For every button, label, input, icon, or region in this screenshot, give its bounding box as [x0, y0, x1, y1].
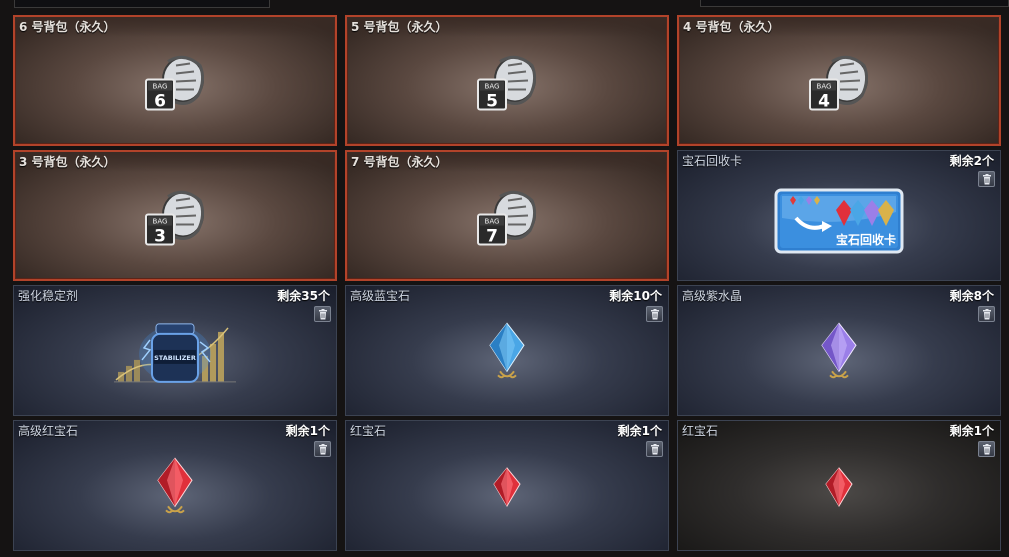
- trash-icon[interactable]: [314, 306, 331, 322]
- red-ruby-icon: [152, 456, 198, 522]
- item-count: 剩余35个: [277, 289, 330, 303]
- item-count: 剩余1个: [617, 424, 662, 438]
- purple-amethyst-icon: [816, 321, 862, 387]
- item-name: 强化稳定剂: [18, 289, 79, 303]
- svg-text:BAG: BAG: [485, 82, 500, 90]
- trash-icon[interactable]: [978, 171, 995, 187]
- item-count: 剩余2个: [949, 154, 994, 168]
- backpack-icon: BAG 5: [472, 49, 542, 119]
- trash-icon[interactable]: [978, 441, 995, 457]
- trash-icon[interactable]: [646, 441, 663, 457]
- svg-text:宝石回收卡: 宝石回收卡: [836, 232, 896, 247]
- item-count: 剩余8个: [949, 289, 994, 303]
- item-name: 3 号背包（永久）: [19, 155, 116, 169]
- svg-text:STABILIZER: STABILIZER: [154, 353, 196, 361]
- inventory-item-bag-7[interactable]: 7 号背包（永久） BAG 7: [345, 150, 669, 281]
- svg-text:6: 6: [154, 91, 166, 111]
- stabilizer-jar-icon: STABILIZER: [110, 319, 240, 393]
- item-name: 高级紫水晶: [682, 289, 743, 303]
- svg-text:4: 4: [818, 91, 830, 111]
- inventory-grid: 6 号背包（永久） BAG 6 5 号背包（永久） BAG 5 4 号背包（永久…: [13, 15, 1001, 551]
- svg-text:7: 7: [486, 226, 498, 246]
- item-name: 5 号背包（永久）: [351, 20, 448, 34]
- trash-icon[interactable]: [314, 441, 331, 457]
- svg-text:BAG: BAG: [153, 82, 168, 90]
- blue-sapphire-icon: [484, 321, 530, 387]
- item-name: 红宝石: [350, 424, 387, 438]
- inventory-item-bag-4[interactable]: 4 号背包（永久） BAG 4: [677, 15, 1001, 146]
- item-name: 7 号背包（永久）: [351, 155, 448, 169]
- item-name: 红宝石: [682, 424, 719, 438]
- svg-text:BAG: BAG: [485, 217, 500, 225]
- svg-text:BAG: BAG: [817, 82, 832, 90]
- gem-recycle-card-icon: 宝石回收卡: [774, 188, 904, 258]
- item-name: 4 号背包（永久）: [683, 20, 780, 34]
- svg-text:BAG: BAG: [153, 217, 168, 225]
- inventory-item-stabilizer[interactable]: 强化稳定剂 剩余35个 STABILIZER: [13, 285, 337, 416]
- item-name: 高级红宝石: [18, 424, 79, 438]
- backpack-icon: BAG 3: [140, 184, 210, 254]
- backpack-icon: BAG 7: [472, 184, 542, 254]
- inventory-item-bag-5[interactable]: 5 号背包（永久） BAG 5: [345, 15, 669, 146]
- inventory-item-blue-sapphire[interactable]: 高级蓝宝石 剩余10个: [345, 285, 669, 416]
- svg-text:5: 5: [486, 91, 498, 111]
- backpack-icon: BAG 4: [804, 49, 874, 119]
- inventory-item-ruby-2[interactable]: 红宝石 剩余1个: [677, 420, 1001, 551]
- trash-icon[interactable]: [646, 306, 663, 322]
- backpack-icon: BAG 6: [140, 49, 210, 119]
- inventory-item-ruby[interactable]: 红宝石 剩余1个: [345, 420, 669, 551]
- inventory-item-bag-3[interactable]: 3 号背包（永久） BAG 3: [13, 150, 337, 281]
- svg-text:3: 3: [154, 226, 166, 246]
- inventory-item-gem-recycle-card[interactable]: 宝石回收卡 剩余2个 宝石回收卡: [677, 150, 1001, 281]
- inventory-item-advanced-ruby[interactable]: 高级红宝石 剩余1个: [13, 420, 337, 551]
- filter-bar[interactable]: [700, 0, 1009, 7]
- red-ruby-icon: [490, 466, 524, 516]
- item-name: 6 号背包（永久）: [19, 20, 116, 34]
- search-bar[interactable]: [14, 0, 270, 8]
- inventory-item-purple-amethyst[interactable]: 高级紫水晶 剩余8个: [677, 285, 1001, 416]
- red-ruby-icon: [822, 466, 856, 516]
- item-name: 高级蓝宝石: [350, 289, 411, 303]
- item-count: 剩余1个: [285, 424, 330, 438]
- item-count: 剩余10个: [609, 289, 662, 303]
- item-name: 宝石回收卡: [682, 154, 743, 168]
- trash-icon[interactable]: [978, 306, 995, 322]
- item-count: 剩余1个: [949, 424, 994, 438]
- inventory-item-bag-6[interactable]: 6 号背包（永久） BAG 6: [13, 15, 337, 146]
